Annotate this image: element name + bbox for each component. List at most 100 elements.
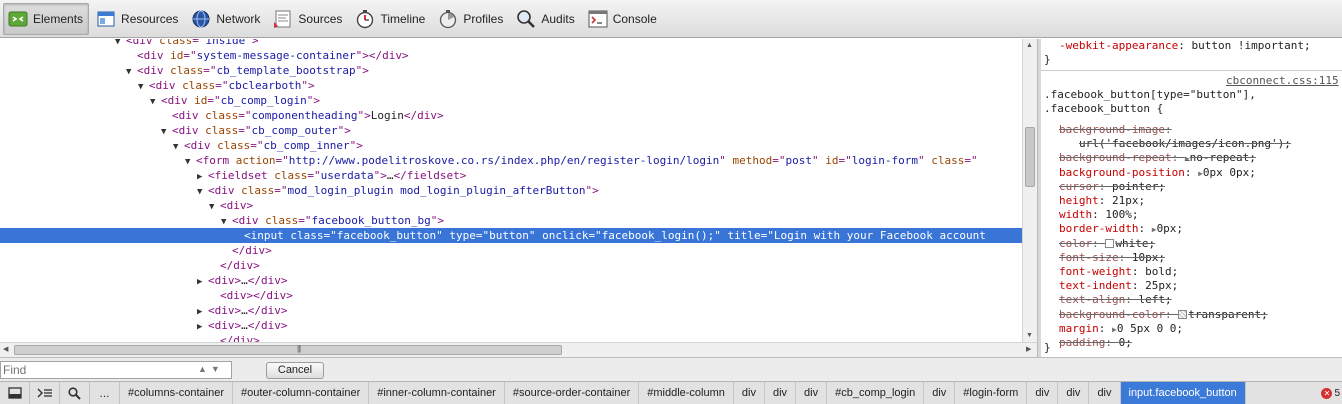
breadcrumb-item[interactable]: div (1058, 382, 1090, 404)
dom-node[interactable]: ▼ <div class="cbclearboth"> (0, 78, 1022, 93)
style-property[interactable]: background-repeat: ▶no-repeat; (1059, 151, 1256, 165)
tag-markup: <div> (208, 319, 242, 332)
style-property[interactable]: text-indent: 25px; (1059, 279, 1178, 293)
scroll-down-icon[interactable]: ▼ (1026, 332, 1033, 339)
style-property[interactable]: padding: 0; (1059, 336, 1132, 350)
breadcrumb-item[interactable]: #login-form (955, 382, 1028, 404)
style-property[interactable]: background-image: (1059, 123, 1172, 137)
attr-name: class (182, 79, 216, 92)
dom-node-selected[interactable]: <input class="facebook_button" type="but… (0, 228, 1022, 243)
tag-markup: <div> (208, 304, 242, 317)
color-swatch[interactable] (1178, 309, 1188, 319)
style-property[interactable]: margin: ▶0 5px 0 0; (1059, 322, 1183, 336)
dom-node[interactable]: ▼ <div class="cb_comp_inner"> (0, 138, 1022, 153)
tab-elements[interactable]: Elements (3, 2, 90, 35)
dom-node[interactable]: ▶ <fieldset class="userdata">…</fieldset> (0, 168, 1022, 183)
style-property[interactable]: color: white; (1059, 237, 1155, 251)
style-property[interactable]: width: 100%; (1059, 208, 1139, 222)
error-counter[interactable]: ✕ 5 (1317, 382, 1342, 404)
breadcrumb-item[interactable]: div (765, 382, 797, 404)
tag-markup: <form (196, 154, 236, 167)
style-property[interactable]: font-weight: bold; (1059, 265, 1178, 279)
tag-markup: <div (149, 79, 183, 92)
style-property[interactable]: cursor: pointer; (1059, 180, 1165, 194)
scroll-left-icon[interactable]: ◀ (3, 345, 8, 353)
console-prompt-icon (37, 388, 52, 398)
tab-label: Network (216, 11, 261, 26)
style-property[interactable]: background-color: transparent; (1059, 308, 1268, 322)
find-prev-next-icon[interactable]: ▲▼ (198, 364, 224, 374)
dom-node[interactable]: </div> (0, 243, 1022, 258)
tag-markup: <div (172, 124, 206, 137)
dom-node[interactable]: <div></div> (0, 288, 1022, 303)
dom-node[interactable]: ▼ <div class="cb_template_bootstrap"> (0, 63, 1022, 78)
tab-sources[interactable]: Sources (268, 3, 348, 35)
dom-node[interactable]: ▶ <div>…</div> (0, 303, 1022, 318)
tab-timeline[interactable]: Timeline (350, 3, 431, 35)
dom-node[interactable]: <div class="componentheading">Login</div… (0, 108, 1022, 123)
color-swatch[interactable] (1105, 238, 1115, 248)
breadcrumb-item[interactable]: #cb_comp_login (827, 382, 925, 404)
dom-tree-panel[interactable]: ▼ <div class="inside"> <div id="system-mes… (0, 39, 1022, 342)
rule-source-link[interactable]: cbconnect.css:115 (1226, 74, 1339, 88)
breadcrumb-item[interactable]: input.facebook_button (1120, 382, 1246, 404)
attr-name: action (235, 154, 276, 167)
breadcrumb-item[interactable]: div (796, 382, 828, 404)
breadcrumb-item[interactable]: #columns-container (120, 382, 233, 404)
style-property[interactable]: background-position: ▶0px 0px; (1059, 166, 1256, 180)
inspect-search-button[interactable] (60, 382, 90, 404)
breadcrumb-item[interactable]: #middle-column (639, 382, 734, 404)
attr-value: login-form (851, 154, 918, 167)
dom-node[interactable]: ▼ <div id="cb_comp_login"> (0, 93, 1022, 108)
cancel-button[interactable]: Cancel (266, 362, 324, 379)
breadcrumb-item[interactable]: #outer-column-container (233, 382, 370, 404)
style-property[interactable]: border-width: ▶0px; (1059, 222, 1183, 236)
dom-node[interactable]: ▼ <form action="http://www.podelitroskove… (0, 153, 1022, 168)
more-crumbs-button[interactable]: ... (90, 382, 120, 404)
tab-audits[interactable]: Audits (511, 3, 580, 35)
breadcrumb-item[interactable]: div (924, 382, 956, 404)
tab-profiles[interactable]: Profiles (433, 3, 509, 35)
dom-horizontal-scroll-thumb[interactable]: ||| (14, 344, 562, 355)
attr-value: button (489, 229, 529, 242)
dom-node[interactable]: ▼ <div class="inside"> (0, 39, 1022, 48)
property-value: 21px; (1112, 194, 1146, 207)
dom-node[interactable]: </div> (0, 333, 1022, 342)
breadcrumb-item[interactable]: div (734, 382, 765, 404)
dom-vertical-scrollbar[interactable]: ▲ ▼ (1022, 39, 1037, 342)
style-property[interactable]: url('facebook/images/icon.png'); (1079, 137, 1291, 151)
dom-node[interactable]: </div> (0, 258, 1022, 273)
dom-node[interactable]: ▼ <div class="facebook_button_bg"> (0, 213, 1022, 228)
style-property[interactable]: -webkit-appearance: button !important; (1059, 39, 1311, 53)
rule-selector[interactable]: .facebook_button { (1044, 102, 1163, 116)
breadcrumb-item[interactable]: #source-order-container (505, 382, 640, 404)
styles-pane[interactable]: -webkit-appearance: button !important; }… (1041, 39, 1342, 357)
dom-node[interactable]: <div id="system-message-container"></div… (0, 48, 1022, 63)
style-property[interactable]: height: 21px; (1059, 194, 1145, 208)
dom-node[interactable]: ▼ <div> (0, 198, 1022, 213)
dom-node[interactable]: ▶ <div>…</div> (0, 318, 1022, 333)
tab-network[interactable]: Network (186, 3, 266, 35)
breadcrumb-item[interactable]: #inner-column-container (369, 382, 505, 404)
breadcrumb-item[interactable]: div (1089, 382, 1121, 404)
scroll-up-icon[interactable]: ▲ (1026, 42, 1033, 49)
dom-node[interactable]: ▼ <div class="mod_login_plugin mod_login_… (0, 183, 1022, 198)
rule-selector[interactable]: .facebook_button[type="button"], (1044, 88, 1256, 102)
attr-name: id (170, 49, 184, 62)
console-toggle-button[interactable] (30, 382, 60, 404)
tab-console[interactable]: Console (583, 3, 663, 35)
dom-node[interactable]: ▼ <div class="cb_comp_outer"> (0, 123, 1022, 138)
style-property[interactable]: font-size: 10px; (1059, 251, 1165, 265)
tab-resources[interactable]: Resources (91, 3, 184, 35)
dom-node[interactable]: ▶ <div>…</div> (0, 273, 1022, 288)
dom-horizontal-scrollbar[interactable]: ◀ ||| ▶ (0, 342, 1037, 357)
tag-markup: </div> (220, 334, 260, 342)
attr-name: type (449, 229, 476, 242)
scroll-right-icon[interactable]: ▶ (1026, 345, 1031, 353)
property-value: no-repeat; (1189, 151, 1256, 165)
style-property[interactable]: text-align: left; (1059, 293, 1172, 307)
property-name: background-image (1059, 123, 1165, 136)
dom-vertical-scroll-thumb[interactable] (1025, 127, 1035, 187)
dock-toggle-button[interactable] (0, 382, 30, 404)
breadcrumb-item[interactable]: div (1027, 382, 1059, 404)
